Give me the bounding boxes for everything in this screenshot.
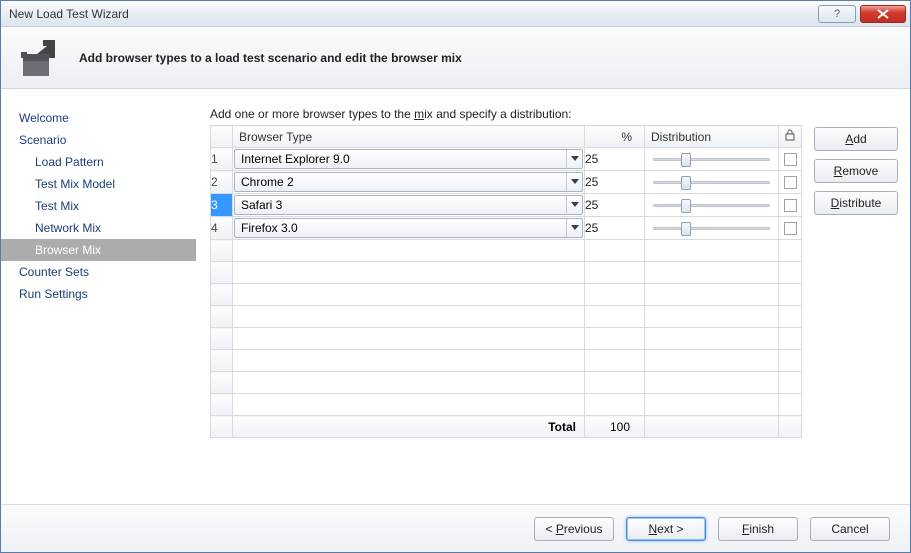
total-label: Total (233, 416, 585, 438)
cell-dist (645, 194, 779, 217)
chevron-down-icon (566, 219, 582, 237)
close-button[interactable] (860, 5, 906, 23)
close-icon (877, 9, 889, 19)
distribute-button[interactable]: Distribute (814, 191, 898, 215)
finish-button[interactable]: Finish (718, 517, 798, 541)
lock-checkbox[interactable] (784, 199, 797, 212)
col-header-browser[interactable]: Browser Type (233, 126, 585, 148)
nav-item-run-settings[interactable]: Run Settings (1, 283, 196, 305)
cell-browser: Safari 3 (233, 194, 585, 217)
lock-icon (785, 129, 795, 141)
title-bar: New Load Test Wizard ? (1, 1, 910, 27)
row-index: 4 (211, 217, 233, 240)
help-button[interactable]: ? (818, 5, 856, 23)
total-row: Total100 (211, 416, 802, 438)
table-row[interactable]: 2Chrome 2 25 (211, 171, 802, 194)
nav-item-load-pattern[interactable]: Load Pattern (1, 151, 196, 173)
browser-mix-grid: Browser Type % Distribution 1Internet Ex… (210, 125, 802, 438)
lock-checkbox[interactable] (784, 176, 797, 189)
nav-item-test-mix[interactable]: Test Mix (1, 195, 196, 217)
cell-dist (645, 217, 779, 240)
cancel-button[interactable]: Cancel (810, 517, 890, 541)
chevron-down-icon (566, 173, 582, 191)
nav-item-test-mix-model[interactable]: Test Mix Model (1, 173, 196, 195)
col-header-pct[interactable]: % (585, 126, 645, 148)
distribution-slider[interactable] (651, 218, 772, 238)
row-index: 1 (211, 148, 233, 171)
table-row-empty (211, 328, 802, 350)
nav-item-scenario[interactable]: Scenario (1, 129, 196, 151)
cell-dist (645, 171, 779, 194)
table-row-empty (211, 372, 802, 394)
table-row-empty (211, 350, 802, 372)
chevron-down-icon (566, 150, 582, 168)
cell-browser: Firefox 3.0 (233, 217, 585, 240)
distribution-slider[interactable] (651, 172, 772, 192)
cell-pct[interactable]: 25 (585, 194, 645, 217)
lock-checkbox[interactable] (784, 153, 797, 166)
next-button[interactable]: Next > (626, 517, 706, 541)
wizard-nav: WelcomeScenarioLoad PatternTest Mix Mode… (1, 89, 196, 504)
cell-browser: Internet Explorer 9.0 (233, 148, 585, 171)
cell-lock (779, 217, 802, 240)
nav-item-welcome[interactable]: Welcome (1, 107, 196, 129)
table-row[interactable]: 3Safari 3 25 (211, 194, 802, 217)
table-row-empty (211, 284, 802, 306)
nav-item-counter-sets[interactable]: Counter Sets (1, 261, 196, 283)
chevron-down-icon (566, 196, 582, 214)
col-header-dist[interactable]: Distribution (645, 126, 779, 148)
wizard-icon (13, 34, 61, 82)
browser-combo[interactable]: Internet Explorer 9.0 (234, 149, 583, 169)
instruction-text: Add one or more browser types to the mix… (210, 107, 802, 121)
cell-pct[interactable]: 25 (585, 171, 645, 194)
cell-lock (779, 194, 802, 217)
combo-value: Firefox 3.0 (235, 221, 566, 235)
col-header-lock[interactable] (779, 126, 802, 148)
combo-value: Safari 3 (235, 198, 566, 212)
row-index: 2 (211, 171, 233, 194)
row-index: 3 (211, 194, 233, 217)
table-row-empty (211, 394, 802, 416)
browser-combo[interactable]: Firefox 3.0 (234, 218, 583, 238)
wizard-footer: < Previous Next > Finish Cancel (1, 504, 910, 552)
combo-value: Internet Explorer 9.0 (235, 152, 566, 166)
header-text: Add browser types to a load test scenari… (79, 51, 462, 65)
browser-combo[interactable]: Chrome 2 (234, 172, 583, 192)
remove-button[interactable]: Remove (814, 159, 898, 183)
distribution-slider[interactable] (651, 149, 772, 169)
browser-combo[interactable]: Safari 3 (234, 195, 583, 215)
cell-pct[interactable]: 25 (585, 148, 645, 171)
col-header-index (211, 126, 233, 148)
cell-dist (645, 148, 779, 171)
side-buttons: Add Remove Distribute (814, 107, 898, 500)
nav-item-browser-mix[interactable]: Browser Mix (1, 239, 196, 261)
previous-button[interactable]: < Previous (534, 517, 614, 541)
distribution-slider[interactable] (651, 195, 772, 215)
table-row-empty (211, 240, 802, 262)
nav-item-network-mix[interactable]: Network Mix (1, 217, 196, 239)
combo-value: Chrome 2 (235, 175, 566, 189)
table-row-empty (211, 306, 802, 328)
cell-browser: Chrome 2 (233, 171, 585, 194)
table-row[interactable]: 4Firefox 3.0 25 (211, 217, 802, 240)
cell-lock (779, 171, 802, 194)
window-title: New Load Test Wizard (9, 7, 814, 21)
total-pct: 100 (585, 416, 645, 438)
table-row[interactable]: 1Internet Explorer 9.0 25 (211, 148, 802, 171)
lock-checkbox[interactable] (784, 222, 797, 235)
table-row-empty (211, 262, 802, 284)
cell-pct[interactable]: 25 (585, 217, 645, 240)
add-button[interactable]: Add (814, 127, 898, 151)
wizard-header: Add browser types to a load test scenari… (1, 27, 910, 89)
cell-lock (779, 148, 802, 171)
